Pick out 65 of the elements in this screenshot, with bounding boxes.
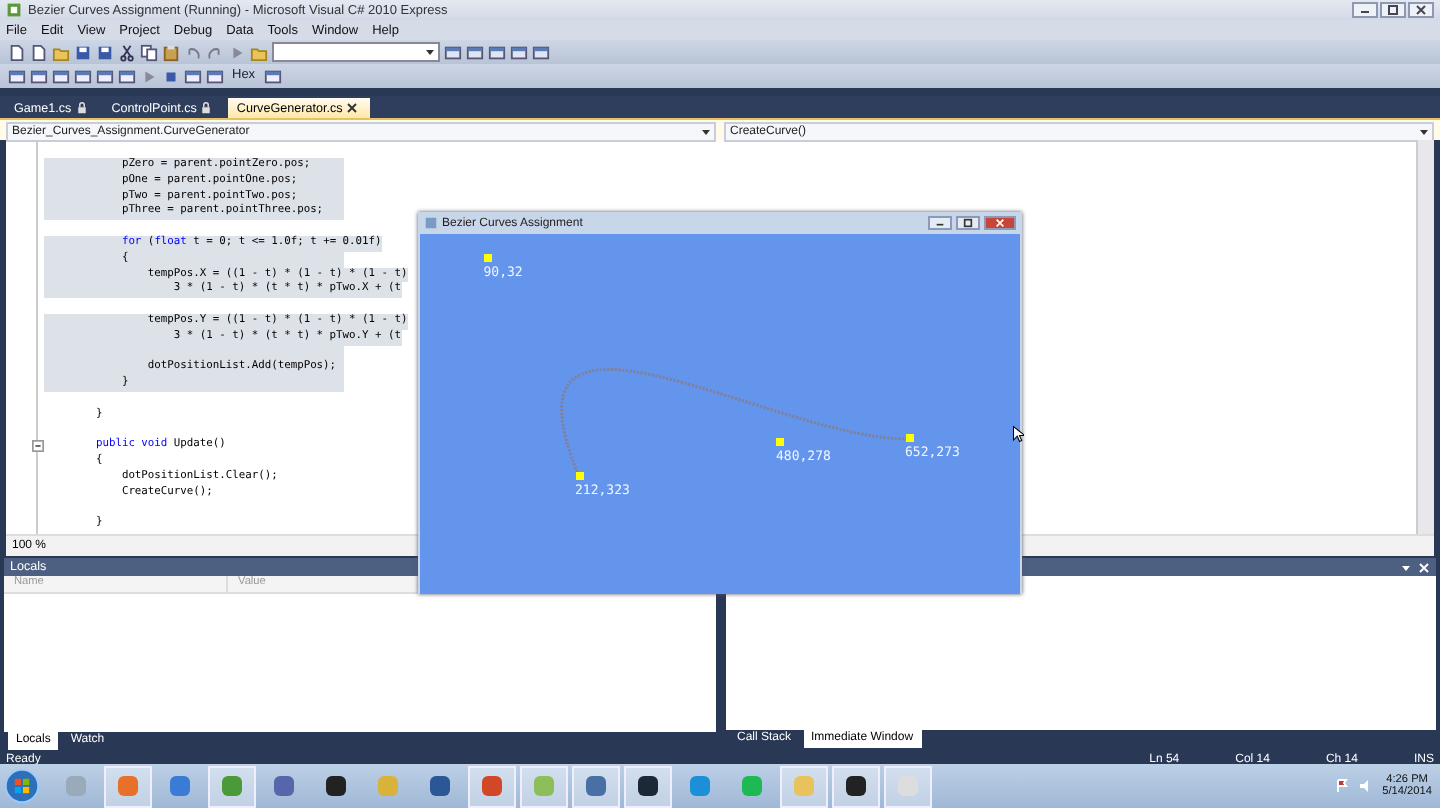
app-icon: [116, 774, 140, 798]
app-logo-icon: [6, 2, 22, 18]
close-button[interactable]: [1408, 2, 1434, 18]
caret-icon: [424, 46, 438, 58]
close-pane-button[interactable]: [1418, 561, 1430, 573]
app-icon: [896, 774, 920, 798]
app-icon: [428, 774, 452, 798]
clipboard-icon[interactable]: [162, 43, 180, 61]
window-icon[interactable]: [96, 67, 114, 85]
immediate-window-panel[interactable]: [725, 576, 1436, 730]
taskbar-app-button[interactable]: [624, 765, 672, 807]
close-icon: [1410, 4, 1432, 16]
save-icon[interactable]: [74, 43, 92, 61]
control-point[interactable]: [575, 472, 583, 481]
save-icon[interactable]: [96, 43, 114, 61]
window-icon[interactable]: [532, 43, 550, 61]
vertical-scrollbar[interactable]: [1416, 140, 1434, 534]
maximize-icon: [958, 218, 978, 228]
app-icon: [688, 774, 712, 798]
maximize-icon: [1382, 4, 1404, 16]
window-icon[interactable]: [30, 67, 48, 85]
redo-icon[interactable]: [206, 43, 224, 61]
control-point[interactable]: [905, 434, 913, 443]
app-icon: [324, 774, 348, 798]
window-icon[interactable]: [206, 67, 224, 85]
stop-icon[interactable]: [162, 67, 180, 85]
window-icon[interactable]: [184, 67, 202, 85]
app-icon: [844, 774, 868, 798]
close-tab-button[interactable]: [346, 102, 359, 114]
app-icon: [740, 774, 764, 798]
app-icon: [220, 774, 244, 798]
window-icon[interactable]: [74, 67, 92, 85]
window-icon[interactable]: [263, 67, 282, 85]
copy-icon[interactable]: [140, 43, 158, 61]
app-icon: [480, 774, 504, 798]
minimize-button[interactable]: [1352, 2, 1378, 18]
window-icon[interactable]: [510, 43, 528, 61]
start-button[interactable]: [4, 768, 40, 804]
app-icon: [792, 774, 816, 798]
maximize-button[interactable]: [956, 216, 980, 230]
app-icon: [168, 774, 192, 798]
app-icon: [376, 774, 400, 798]
window-icon[interactable]: [488, 43, 506, 61]
window-icon[interactable]: [444, 43, 462, 61]
window-icon[interactable]: [118, 67, 136, 85]
flag-icon[interactable]: [1334, 778, 1351, 794]
app-logo-icon: [424, 216, 438, 230]
close-button[interactable]: [984, 216, 1016, 230]
app-icon: [64, 774, 88, 798]
app-icon: [584, 774, 608, 798]
window-icon[interactable]: [52, 67, 70, 85]
collapse-icon[interactable]: [32, 440, 44, 453]
app-icon: [532, 774, 556, 798]
scissors-icon[interactable]: [118, 43, 136, 61]
app-icon: [272, 774, 296, 798]
solution-configuration-field[interactable]: [272, 42, 440, 62]
control-point[interactable]: [776, 438, 784, 447]
control-point[interactable]: [483, 254, 492, 262]
mouse-cursor-icon: [1012, 424, 1024, 444]
taskbar-app-button[interactable]: [832, 765, 880, 807]
window-icon[interactable]: [466, 43, 484, 61]
app-icon: [636, 774, 660, 798]
undo-icon[interactable]: [184, 43, 202, 61]
maximize-button[interactable]: [1380, 2, 1406, 18]
window-icon[interactable]: [8, 67, 26, 85]
